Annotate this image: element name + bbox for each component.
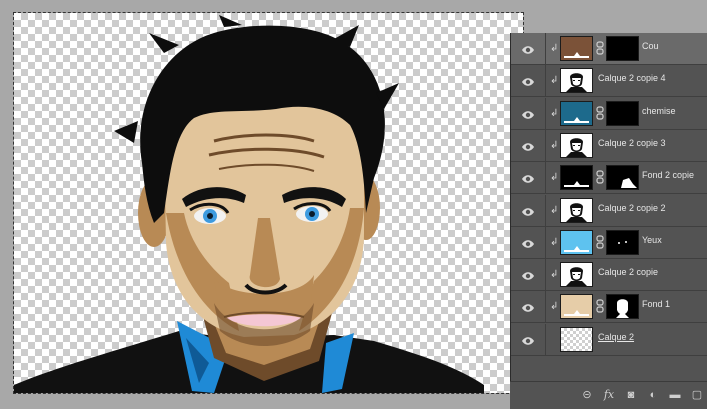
layer-name[interactable]: Fond 1 — [642, 299, 670, 309]
link-icon[interactable]: ⊝ — [580, 388, 594, 402]
visibility-eye-icon[interactable] — [521, 75, 535, 87]
layers-panel: ↲ Cou ↲ Calque 2 copie 4 ↲ chemise ↲ Calque 2 c… — [510, 33, 707, 408]
layer-name[interactable]: Calque 2 copie 4 — [598, 73, 666, 83]
visibility-eye-icon[interactable] — [521, 269, 535, 281]
fill-thumbnail-marker — [564, 185, 589, 187]
layer-row[interactable]: ↲ Calque 2 copie 2 — [511, 195, 707, 227]
clipping-mask-icon: ↲ — [550, 205, 559, 216]
visibility-divider — [545, 162, 546, 193]
mask-link-icon[interactable] — [596, 106, 604, 120]
layer-thumbnail[interactable] — [560, 165, 593, 190]
visibility-eye-icon[interactable] — [521, 172, 535, 184]
visibility-eye-icon[interactable] — [521, 237, 535, 249]
layer-name[interactable]: Cou — [642, 41, 659, 51]
layer-name[interactable]: Fond 2 copie — [642, 170, 694, 180]
fill-thumbnail-arrow — [574, 310, 580, 314]
layers-panel-footer: ⊝ fx ◙ ◐ ▬ ▢ — [510, 381, 707, 409]
layer-name[interactable]: Yeux — [642, 235, 662, 245]
document-canvas[interactable] — [13, 12, 524, 394]
fill-thumbnail-arrow — [574, 246, 580, 250]
clipping-mask-icon: ↲ — [550, 301, 559, 312]
layer-thumbnail[interactable] — [560, 198, 593, 223]
portrait-artwork — [14, 15, 484, 393]
visibility-eye-icon[interactable] — [521, 301, 535, 313]
layer-thumbnail[interactable] — [560, 133, 593, 158]
layer-name[interactable]: Calque 2 copie 2 — [598, 203, 666, 213]
fill-thumbnail-marker — [564, 121, 589, 123]
visibility-divider — [545, 65, 546, 96]
layer-mask-thumbnail[interactable] — [606, 36, 639, 61]
layer-thumbnail[interactable] — [560, 36, 593, 61]
clipping-mask-icon: ↲ — [550, 269, 559, 280]
layer-name[interactable]: Calque 2 copie 3 — [598, 138, 666, 148]
visibility-eye-icon[interactable] — [521, 334, 535, 346]
clipping-mask-icon: ↲ — [550, 43, 559, 54]
clipping-mask-icon: ↲ — [550, 108, 559, 119]
visibility-divider — [545, 195, 546, 226]
mask-link-icon[interactable] — [596, 170, 604, 184]
layer-name[interactable]: Calque 2 copie — [598, 267, 658, 277]
visibility-divider — [545, 130, 546, 161]
layer-row[interactable]: ↲ Cou — [511, 33, 707, 65]
layer-row[interactable]: ↲ Yeux — [511, 227, 707, 259]
visibility-eye-icon[interactable] — [521, 140, 535, 152]
layer-row[interactable]: Calque 2 — [511, 324, 707, 356]
layer-mask-thumbnail[interactable] — [606, 230, 639, 255]
fill-thumbnail-marker — [564, 56, 589, 58]
layer-row[interactable]: ↲ Calque 2 copie 3 — [511, 130, 707, 162]
visibility-divider — [545, 291, 546, 322]
adjustment-icon[interactable]: ◐ — [646, 388, 660, 402]
layer-mask-thumbnail[interactable] — [606, 294, 639, 319]
mask-link-icon[interactable] — [596, 41, 604, 55]
layer-thumbnail[interactable] — [560, 327, 593, 352]
layer-row[interactable]: ↲ chemise — [511, 98, 707, 130]
layer-thumbnail[interactable] — [560, 230, 593, 255]
fill-thumbnail-marker — [564, 314, 589, 316]
layer-thumbnail[interactable] — [560, 262, 593, 287]
fill-thumbnail-arrow — [574, 117, 580, 121]
layer-thumbnail[interactable] — [560, 294, 593, 319]
clipping-mask-icon: ↲ — [550, 140, 559, 151]
layer-name[interactable]: chemise — [642, 106, 676, 116]
layer-mask-thumbnail[interactable] — [606, 165, 639, 190]
visibility-divider — [545, 324, 546, 355]
layer-row[interactable]: ↲ Fond 1 — [511, 291, 707, 323]
fill-thumbnail-arrow — [574, 181, 580, 185]
clipping-mask-icon: ↲ — [550, 237, 559, 248]
add-mask-icon[interactable]: ◙ — [624, 388, 638, 402]
visibility-divider — [545, 259, 546, 290]
layer-row[interactable]: ↲ Calque 2 copie 4 — [511, 65, 707, 97]
visibility-eye-icon[interactable] — [521, 108, 535, 120]
clipping-mask-icon: ↲ — [550, 172, 559, 183]
layer-row[interactable]: ↲ Calque 2 copie — [511, 259, 707, 291]
layer-row[interactable]: ↲ Fond 2 copie — [511, 162, 707, 194]
layer-name[interactable]: Calque 2 — [598, 332, 634, 342]
folder-icon[interactable]: ▬ — [668, 388, 682, 402]
clipping-mask-icon: ↲ — [550, 75, 559, 86]
visibility-divider — [545, 227, 546, 258]
new-layer-icon[interactable]: ▢ — [690, 388, 704, 402]
fill-thumbnail-arrow — [574, 52, 580, 56]
fx-icon[interactable]: fx — [602, 388, 616, 402]
visibility-divider — [545, 98, 546, 129]
mask-link-icon[interactable] — [596, 299, 604, 313]
mask-link-icon[interactable] — [596, 235, 604, 249]
visibility-eye-icon[interactable] — [521, 205, 535, 217]
fill-thumbnail-marker — [564, 250, 589, 252]
layer-thumbnail[interactable] — [560, 101, 593, 126]
layer-mask-thumbnail[interactable] — [606, 101, 639, 126]
layer-thumbnail[interactable] — [560, 68, 593, 93]
visibility-divider — [545, 33, 546, 64]
visibility-eye-icon[interactable] — [521, 43, 535, 55]
